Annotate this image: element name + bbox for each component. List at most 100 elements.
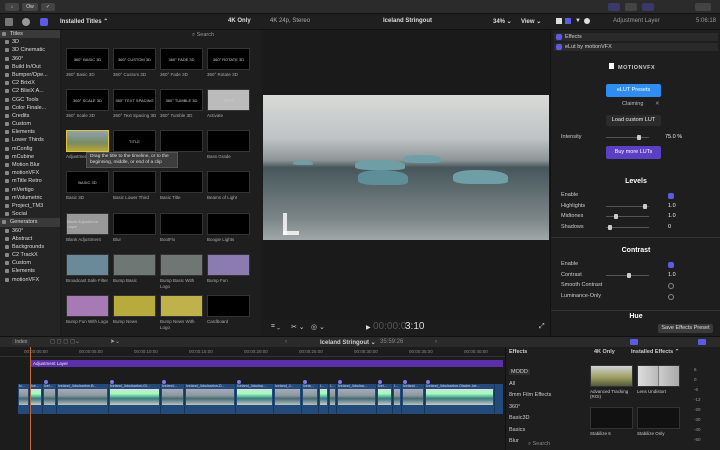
timeline-back-button[interactable]: ‹ [285, 339, 287, 345]
browser-filter-dropdown[interactable]: Installed Titles ⌃ [60, 18, 108, 25]
sidebar-item[interactable]: Backgrounds [0, 243, 60, 251]
title-tile[interactable]: 360° CUSTOM 3D 360° Custom 3D [113, 48, 158, 78]
sidebar-group[interactable]: Titles [0, 30, 60, 39]
title-tile[interactable]: 360° ROTATE 3D 360° Rotate 3D [207, 48, 252, 78]
timeline-clip[interactable]: Icela... [302, 380, 319, 414]
title-tile[interactable]: TITLE [113, 130, 158, 154]
slider-knob[interactable] [608, 224, 613, 230]
effect-thumbnail[interactable] [637, 407, 680, 429]
clear-preset-button[interactable]: ✕ [655, 101, 660, 107]
timeline-clip[interactable]: Ice... [30, 384, 43, 414]
title-tile[interactable]: Blur [113, 213, 158, 243]
timeline-clip[interactable]: I... [319, 384, 329, 414]
timeline-clip[interactable]: Iceland_JokulsarIon-B... [57, 384, 109, 414]
tool-select-icon[interactable]: ➤⌄ [110, 338, 120, 345]
color-inspector-icon[interactable]: ▼ [575, 18, 581, 24]
timeline-clip[interactable]: I... [393, 384, 402, 414]
timeline-clip[interactable]: Iceland_Jokulsa... [337, 380, 377, 414]
clip-marker[interactable] [338, 380, 342, 384]
sidebar-item[interactable]: C2 BlixiX A... [0, 87, 60, 95]
title-tile[interactable]: Bump News With Logo [160, 295, 205, 330]
effects-checkbox[interactable] [556, 34, 562, 40]
effects-category[interactable]: Basics [509, 427, 525, 433]
timeline-ruler[interactable]: 00:00:00:00 00:00:05:00 00:00:10:00 00:00:1… [0, 347, 543, 357]
clip-marker[interactable] [110, 380, 114, 384]
layout-timeline-button[interactable] [625, 3, 637, 11]
sidebar-item[interactable]: 3D Cinematic [0, 46, 60, 54]
effects-category[interactable]: 8mm Film Effects [509, 392, 551, 398]
audio-meters-toggle[interactable] [698, 339, 706, 345]
library-icon[interactable] [5, 18, 13, 26]
clip-marker[interactable] [378, 380, 382, 384]
speed-icon[interactable]: ◎ ⌄ [311, 323, 325, 331]
sidebar-item[interactable]: Motion Blur [0, 161, 60, 169]
title-tile[interactable]: 360° FADE 3D 360° Fade 3D [160, 48, 205, 78]
import-button[interactable]: ↓ [5, 3, 19, 11]
timeline-clip[interactable]: Icel... [43, 380, 57, 414]
title-tile[interactable]: Bump Fun With Logo [66, 295, 111, 325]
title-tile[interactable]: Bump News [113, 295, 158, 325]
sidebar-item[interactable]: 3D [0, 38, 60, 46]
browser-4k-only-toggle[interactable]: 4K Only [228, 18, 251, 24]
intensity-slider[interactable] [606, 135, 649, 140]
title-tile[interactable]: Bass Grade [207, 130, 252, 160]
levels-slider[interactable] [606, 214, 649, 219]
timeline-clip[interactable]: Iceland_JokulsarIon-Glacier-Ice... [425, 380, 495, 414]
clip-marker[interactable] [162, 380, 166, 384]
playhead[interactable] [30, 347, 31, 450]
clip-marker[interactable] [303, 380, 307, 384]
slider-knob[interactable] [636, 135, 641, 140]
adjustment-layer-clip[interactable]: Adjustment Layer [30, 360, 503, 367]
sidebar-item[interactable]: Elements [0, 267, 60, 275]
timeline-clip[interactable]: Iceland... [402, 380, 425, 414]
title-tile[interactable]: Cardboard [207, 295, 252, 325]
timeline-clip[interactable]: Icel... [377, 380, 393, 414]
transform-icon[interactable]: ⌗ ⌄ [271, 323, 280, 331]
timeline-clip[interactable]: Iceland_JokulsarIon-Gl... [109, 380, 161, 414]
title-tile[interactable]: 360° SCALE 3D 360° Scale 3D [66, 89, 111, 119]
sidebar-item[interactable]: mVolumetric [0, 194, 60, 202]
keyword-button[interactable]: Ow [22, 3, 38, 11]
elut-presets-button[interactable]: eLUT Presets [606, 84, 661, 97]
timeline-clip[interactable]: Ic... [18, 384, 30, 414]
title-tile[interactable]: Bump Basic With Logo [160, 254, 205, 289]
effects-category[interactable]: All [509, 381, 515, 387]
contrast-checkbox[interactable] [668, 262, 674, 268]
title-tile[interactable]: Bump Fun [207, 254, 252, 284]
effect-thumbnail[interactable] [590, 407, 633, 429]
title-tile[interactable]: Broadcast Safe Filter [66, 254, 111, 284]
info-inspector-icon[interactable] [584, 18, 590, 24]
title-tile[interactable]: BASIC 3D Basic 3D [66, 171, 111, 201]
title-tile[interactable] [160, 130, 205, 154]
effects-browser-toggle[interactable] [630, 339, 638, 345]
effects-category[interactable]: 360° [509, 404, 520, 410]
sidebar-item[interactable]: C2 TrackX [0, 251, 60, 259]
sidebar-item[interactable]: Bumper/Ope... [0, 71, 60, 79]
timeline-clip[interactable]: Iceland... [161, 380, 185, 414]
levels-slider[interactable] [606, 203, 649, 209]
sidebar-item[interactable]: mCubine [0, 153, 60, 161]
effects-category[interactable]: Basic3D [509, 415, 529, 421]
viewer-view-dropdown[interactable]: View ⌄ [521, 18, 541, 25]
video-inspector-icon[interactable] [556, 18, 562, 24]
sidebar-item[interactable]: 360° [0, 227, 60, 235]
fullscreen-icon[interactable]: ⤢ [539, 323, 545, 331]
effects-category[interactable]: MODD [509, 369, 530, 375]
slider-knob[interactable] [642, 203, 647, 209]
title-tile[interactable]: Bump Basic [113, 254, 158, 284]
effects-section-header[interactable]: Effects [554, 33, 718, 41]
effect-thumbnail[interactable] [590, 365, 633, 387]
timeline-clip[interactable]: Iceland_Jokulsa... [236, 380, 274, 414]
sidebar-item[interactable]: motionVFX [0, 169, 60, 177]
sidebar-item[interactable]: mVertigo [0, 186, 60, 194]
contrast-checkbox[interactable] [668, 293, 674, 300]
slider-knob[interactable] [614, 214, 619, 219]
contrast-slider[interactable] [606, 272, 649, 278]
sidebar-item[interactable]: motionVFX [0, 276, 60, 284]
clip-marker[interactable] [403, 380, 407, 384]
viewer-zoom-dropdown[interactable]: 34% ⌄ [493, 18, 512, 25]
titles-generators-icon[interactable] [40, 18, 48, 26]
title-tile[interactable]: BootFix [160, 213, 205, 243]
effect-thumbnail[interactable] [637, 365, 680, 387]
levels-slider[interactable] [606, 224, 649, 230]
